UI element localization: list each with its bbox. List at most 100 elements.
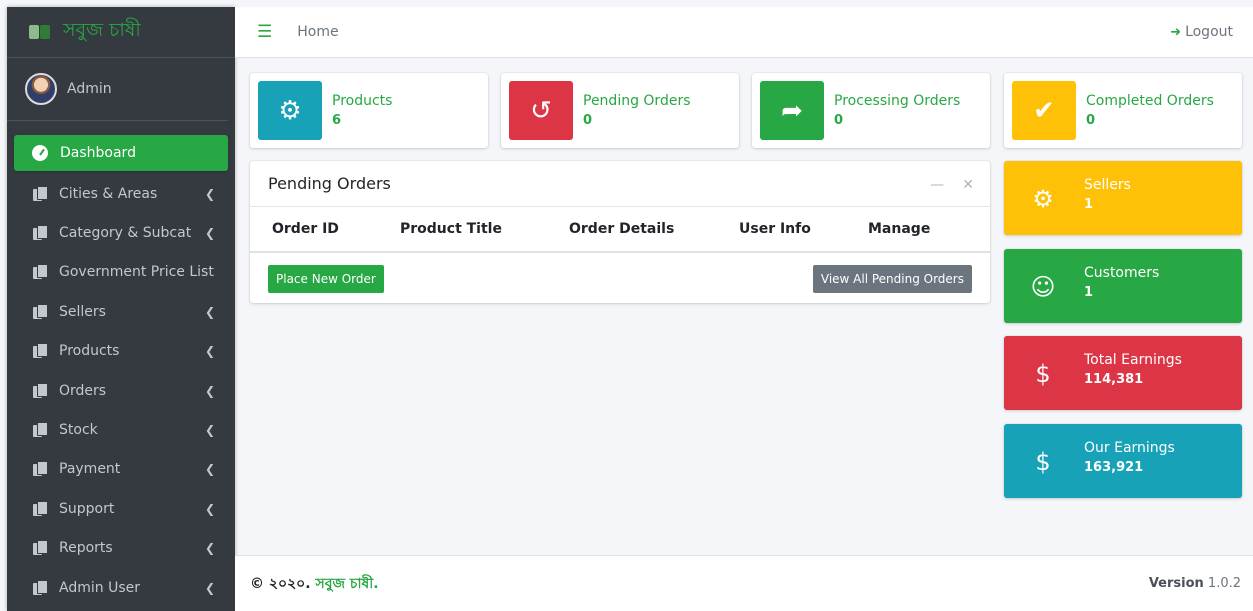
- chevron-left-icon: ❮: [204, 423, 215, 438]
- chevron-left-icon: ❮: [204, 541, 215, 556]
- table-header: Order ID Product Title Order Details Use…: [250, 207, 990, 253]
- stat-box-number: 1: [1084, 197, 1094, 212]
- stat-box-total-earnings[interactable]: $ Total Earnings 114,381: [1004, 336, 1242, 410]
- sidebar-item-admin-user[interactable]: Admin User ❮: [7, 568, 235, 607]
- copyright-prefix: © ২০২০.: [250, 575, 311, 592]
- footer: © ২০২০. সবুজ চাষী. Version 1.0.2: [235, 555, 1253, 611]
- info-box-pending-orders[interactable]: ↺ Pending Orders 0: [501, 73, 739, 148]
- sidebar-item-label: Dashboard: [60, 145, 136, 161]
- sidebar-item-label: Payment: [59, 461, 121, 478]
- copy-icon: [33, 303, 48, 320]
- copy-icon: [33, 185, 48, 202]
- sidebar-item-label: Orders: [59, 382, 107, 399]
- stat-box-sellers[interactable]: ⚙ Sellers 1: [1004, 161, 1242, 235]
- sidebar-item-support[interactable]: Support ❮: [7, 489, 235, 528]
- sidebar-item-label: Sellers: [59, 303, 106, 320]
- sidebar-item-label: Government Price List: [59, 264, 214, 281]
- column-header: Order Details: [569, 221, 675, 237]
- sidebar-item-label: Support: [59, 500, 115, 517]
- sidebar-item-category-subcat[interactable]: Category & Subcat ❮: [7, 213, 235, 252]
- hand-dollar-icon: $: [1035, 448, 1051, 476]
- close-icon[interactable]: ✕: [962, 177, 974, 193]
- sidebar-item-payment[interactable]: Payment ❮: [7, 450, 235, 489]
- user-name: Admin: [67, 81, 112, 97]
- minimize-icon[interactable]: —: [930, 177, 944, 193]
- column-header: Manage: [868, 221, 931, 237]
- stat-box-number: 114,381: [1084, 372, 1144, 387]
- stat-box-our-earnings[interactable]: $ Our Earnings 163,921: [1004, 424, 1242, 498]
- sidebar-item-stock[interactable]: Stock ❮: [7, 410, 235, 449]
- copy-icon: [33, 422, 48, 438]
- brand-link[interactable]: সবুজ চাষী: [7, 7, 235, 58]
- stat-box-label: Total Earnings: [1084, 352, 1182, 368]
- version: Version 1.0.2: [1149, 576, 1241, 591]
- chevron-left-icon: ❮: [204, 501, 215, 516]
- chevron-left-icon: ❮: [204, 304, 215, 319]
- copy-icon: [33, 343, 48, 359]
- copy-icon: [33, 264, 48, 280]
- info-box-number: 0: [583, 113, 593, 128]
- sidebar-item-government-price-list[interactable]: Government Price List: [7, 253, 235, 292]
- sidebar: সবুজ চাষী Admin Dashboard Cities & Areas…: [7, 7, 235, 611]
- sidebar-item-label: Admin User: [59, 579, 140, 596]
- copy-icon: [33, 225, 48, 241]
- user-icon: ☺: [1030, 273, 1056, 301]
- logout-link[interactable]: ➜ Logout: [1170, 24, 1233, 40]
- sign-out-icon: ➜: [1170, 24, 1182, 40]
- brand-name: সবুজ চাষী: [63, 19, 141, 41]
- menu-toggle-icon[interactable]: ☰: [257, 22, 272, 42]
- chevron-left-icon: ❮: [204, 462, 215, 477]
- copy-icon: [33, 500, 48, 517]
- sidebar-item-reports[interactable]: Reports ❮: [7, 529, 235, 568]
- copyright: © ২০২০. সবুজ চাষী.: [250, 572, 379, 596]
- info-box-number: 0: [834, 113, 844, 128]
- sidebar-nav: Dashboard Cities & Areas ❮ Category & Su…: [7, 135, 235, 607]
- copyright-brand-link[interactable]: সবুজ চাষী.: [315, 576, 378, 592]
- info-box-number: 6: [332, 113, 342, 128]
- stat-box-number: 1: [1084, 285, 1094, 300]
- sidebar-item-label: Cities & Areas: [59, 185, 158, 202]
- logout-label: Logout: [1185, 24, 1233, 40]
- copy-icon: [33, 579, 48, 596]
- brand-logo-icon: [27, 22, 51, 42]
- info-box-products[interactable]: ⚙ Products 6: [250, 73, 488, 148]
- sidebar-item-sellers[interactable]: Sellers ❮: [7, 292, 235, 331]
- chevron-left-icon: ❮: [204, 383, 215, 398]
- info-box-processing-orders[interactable]: ➦ Processing Orders 0: [752, 73, 990, 148]
- stat-box-number: 163,921: [1084, 460, 1144, 475]
- card-title: Pending Orders: [268, 174, 391, 193]
- home-link[interactable]: Home: [297, 24, 338, 40]
- top-navbar: ☰ Home ➜ Logout: [235, 7, 1253, 58]
- info-box-label: Completed Orders: [1086, 93, 1214, 109]
- sidebar-item-cities-areas[interactable]: Cities & Areas ❮: [7, 174, 235, 213]
- sidebar-item-label: Products: [59, 343, 120, 360]
- copy-icon: [33, 382, 48, 399]
- stat-box-label: Our Earnings: [1084, 440, 1175, 456]
- sidebar-item-label: Category & Subcat: [59, 225, 192, 242]
- stat-box-customers[interactable]: ☺ Customers 1: [1004, 249, 1242, 323]
- sidebar-item-orders[interactable]: Orders ❮: [7, 371, 235, 410]
- place-new-order-button[interactable]: Place New Order: [268, 265, 384, 293]
- chevron-left-icon: ❮: [204, 226, 215, 241]
- chevron-left-icon: ❮: [204, 186, 215, 201]
- share-icon: ➦: [760, 81, 824, 140]
- sidebar-item-products[interactable]: Products ❮: [7, 332, 235, 371]
- stat-box-label: Customers: [1084, 265, 1160, 281]
- info-box-number: 0: [1086, 113, 1096, 128]
- tachometer-icon: [32, 145, 48, 161]
- column-header: Product Title: [400, 221, 502, 237]
- pending-orders-card: Pending Orders — ✕ Order ID Product Titl…: [250, 161, 990, 303]
- info-box-label: Products: [332, 93, 393, 109]
- copy-icon: [33, 540, 48, 556]
- gear-icon: ⚙: [258, 81, 322, 140]
- chevron-left-icon: ❮: [204, 344, 215, 359]
- user-panel[interactable]: Admin: [7, 58, 228, 121]
- invoice-dollar-icon: $: [1035, 360, 1051, 388]
- user-gear-icon: ⚙: [1032, 185, 1054, 213]
- sidebar-item-dashboard[interactable]: Dashboard: [14, 135, 228, 171]
- view-all-pending-orders-button[interactable]: View All Pending Orders: [812, 265, 972, 293]
- info-box-label: Processing Orders: [834, 93, 961, 109]
- version-label: Version: [1148, 576, 1204, 591]
- info-box-completed-orders[interactable]: ✔ Completed Orders 0: [1004, 73, 1242, 148]
- sidebar-item-label: Reports: [59, 540, 113, 557]
